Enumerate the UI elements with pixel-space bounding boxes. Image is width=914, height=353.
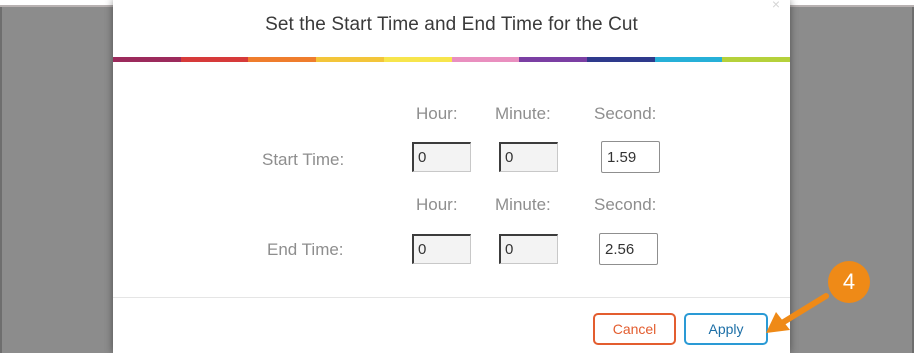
footer-divider [113, 297, 790, 298]
start-hour-header: Hour: [416, 104, 458, 123]
color-segment [316, 57, 384, 62]
dialog-title: Set the Start Time and End Time for the … [265, 14, 638, 35]
color-segment [519, 57, 587, 62]
color-segment [180, 57, 249, 62]
end-minute-input[interactable] [499, 234, 558, 264]
backdrop-edge-left [0, 7, 2, 353]
color-segment [113, 57, 181, 62]
start-hour-input[interactable] [412, 142, 471, 172]
pointer-arrow-icon [766, 293, 829, 333]
end-hour-input[interactable] [412, 234, 471, 264]
color-segment [586, 57, 655, 62]
end-minute-header: Minute: [495, 195, 551, 214]
start-second-header: Second: [594, 104, 657, 123]
close-icon[interactable]: × [772, 0, 780, 12]
color-segment [248, 57, 317, 62]
end-time-label: End Time: [267, 240, 344, 259]
start-time-label: Start Time: [262, 150, 345, 169]
start-minute-input[interactable] [499, 142, 558, 172]
cut-time-dialog: Set the Start Time and End Time for the … [113, 0, 791, 353]
start-minute-header: Minute: [495, 104, 551, 123]
end-second-input[interactable] [599, 233, 658, 265]
color-segment [383, 57, 452, 62]
step-number-badge: 4 [828, 261, 870, 303]
cancel-button[interactable]: Cancel [593, 313, 676, 345]
color-segment [654, 57, 723, 62]
rainbow-divider [113, 57, 791, 62]
start-second-input[interactable] [601, 141, 660, 173]
apply-button[interactable]: Apply [684, 313, 768, 345]
end-second-header: Second: [594, 195, 657, 214]
end-hour-header: Hour: [416, 195, 458, 214]
color-segment [451, 57, 520, 62]
color-segment [722, 57, 791, 62]
